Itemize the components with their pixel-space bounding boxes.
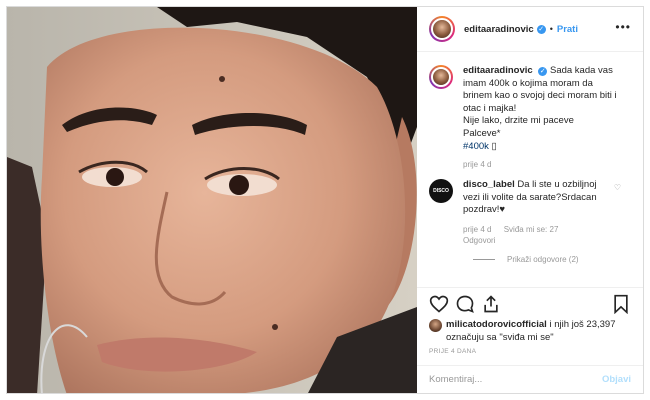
caption-line: otac i majka! [463, 102, 517, 114]
action-icons [429, 294, 631, 318]
caption-line: imam 400k o kojima moram da [463, 77, 593, 89]
caption-line: brinem kao o svojoj deci moram biti i [463, 90, 617, 102]
verified-badge-icon: ✓ [538, 67, 548, 76]
instagram-post-frame: editaaradinovic ✓ • Prati ••• editaaradi… [6, 6, 644, 394]
comment-time[interactable]: prije 4 d [463, 225, 491, 234]
view-replies-label[interactable]: Prikaži odgovore (2) [507, 255, 579, 264]
comments-list[interactable]: editaaradinovic ✓ Sada kada vas imam 400… [417, 53, 643, 287]
portrait-illustration [7, 7, 417, 393]
post-photo[interactable] [7, 7, 417, 393]
caption: editaaradinovic ✓ Sada kada vas imam 400… [429, 65, 631, 153]
commenter-username[interactable]: disco_label [463, 179, 515, 190]
view-replies[interactable]: Prikaži odgovore (2) [473, 255, 631, 264]
author-username[interactable]: editaaradinovic [464, 24, 534, 35]
comment-like-icon[interactable]: ♡ [614, 183, 621, 192]
caption-text: editaaradinovic ✓ Sada kada vas imam 400… [463, 65, 631, 153]
comment-item: DISCO disco_label Da li ste u ozbiljnoj … [429, 179, 631, 217]
post-side-panel: editaaradinovic ✓ • Prati ••• editaaradi… [417, 7, 643, 393]
caption-line: Palceve* [463, 127, 501, 139]
comment-line: pozdrav!♥ [463, 204, 506, 216]
likes-summary[interactable]: milicatodorovicofficial i njih još 23,39… [429, 318, 616, 344]
caption-line: Nije lako, drzite mi paceve [463, 115, 574, 127]
comment-meta: prije 4 d Sviđa mi se: 27 [463, 225, 631, 234]
caption-avatar[interactable] [429, 65, 453, 89]
follow-button[interactable]: Prati [557, 24, 578, 35]
caption-line: Sada kada vas [549, 65, 613, 76]
caption-username[interactable]: editaaradinovic [463, 65, 533, 76]
post-header: editaaradinovic ✓ • Prati ••• [417, 7, 643, 52]
likes-count: i njih još 23,397 [546, 319, 616, 330]
liker-username[interactable]: milicatodorovicofficial [446, 319, 547, 330]
share-icon[interactable] [481, 294, 501, 314]
comment-icon[interactable] [455, 294, 475, 314]
emoji-glyph: ▯ [491, 140, 497, 152]
post-comment-button[interactable]: Objavi [602, 374, 631, 385]
separator-dot: • [549, 24, 553, 34]
comment-likes[interactable]: Sviđa mi se: 27 [504, 225, 559, 234]
commenter-avatar[interactable]: DISCO [429, 179, 453, 204]
caption-meta: prije 4 d [463, 160, 631, 169]
comment-input[interactable]: Komentiraj... [429, 374, 482, 385]
caption-time[interactable]: prije 4 d [463, 160, 491, 169]
replies-divider [473, 258, 495, 260]
bookmark-icon[interactable] [611, 294, 631, 314]
heart-icon[interactable] [429, 294, 449, 314]
verified-badge-icon: ✓ [536, 24, 546, 34]
likes-text: milicatodorovicofficial i njih još 23,39… [446, 318, 616, 344]
post-actions: milicatodorovicofficial i njih još 23,39… [417, 287, 643, 365]
hashtag-link[interactable]: #400k [463, 141, 489, 152]
more-options-icon[interactable]: ••• [615, 20, 631, 34]
reply-button[interactable]: Odgovori [463, 236, 495, 245]
comment-text: disco_label Da li ste u ozbiljnoj vezi i… [463, 179, 631, 217]
comment-line: Da li ste u ozbiljnoj [517, 179, 597, 191]
comment-reply-row: Odgovori [463, 236, 631, 245]
post-date[interactable]: PRIJE 4 DANA [429, 348, 476, 355]
likes-line2: označuju sa "sviđa mi se" [446, 332, 554, 343]
add-comment-bar: Komentiraj... Objavi [417, 365, 643, 393]
comment-line: vezi ili volite da sarate?Srdacan [463, 191, 597, 203]
liker-avatar [429, 319, 442, 332]
author-avatar[interactable] [429, 16, 455, 42]
